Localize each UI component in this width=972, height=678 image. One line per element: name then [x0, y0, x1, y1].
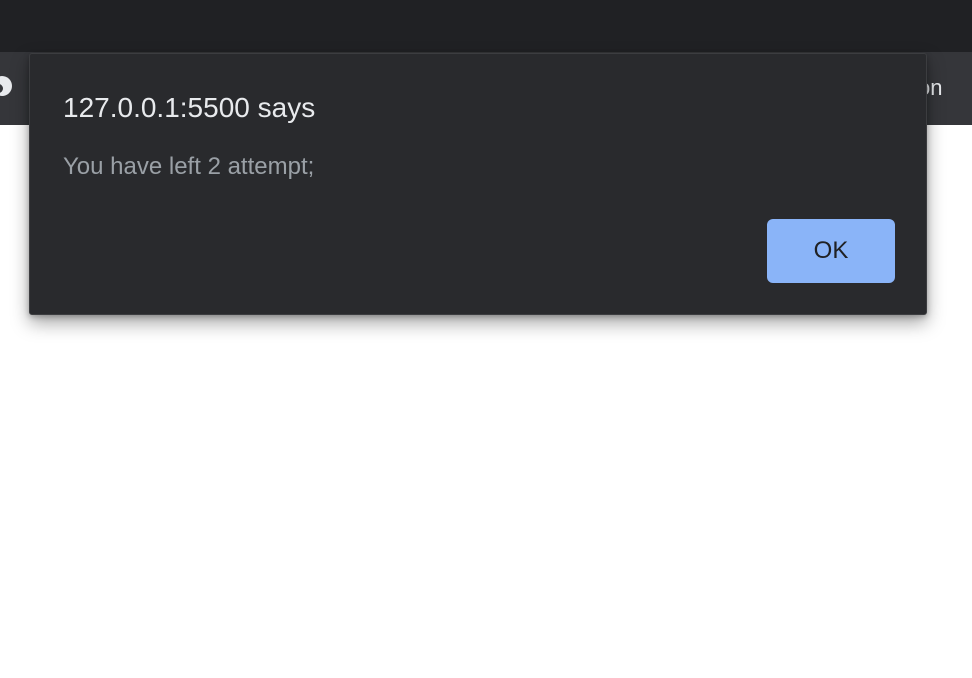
dialog-message: You have left 2 attempt;: [63, 153, 315, 180]
browser-title-bar: [0, 0, 972, 52]
dialog-title: 127.0.0.1:5500 says: [63, 92, 316, 123]
ok-button[interactable]: OK: [767, 219, 895, 283]
alert-dialog: 127.0.0.1:5500 says You have left 2 atte…: [29, 53, 927, 315]
